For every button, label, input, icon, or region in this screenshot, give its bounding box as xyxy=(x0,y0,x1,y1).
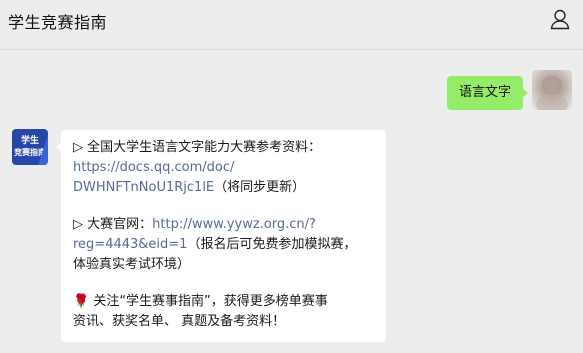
resource-prefix: ▷ 全国大学生语言文字能力大赛参考资料： xyxy=(73,140,322,155)
profile-button[interactable] xyxy=(549,8,571,30)
website-suffix-b: 体验真实考试环境） xyxy=(73,257,191,272)
website-suffix-a: （报名后可免费参加模拟赛， xyxy=(187,237,357,252)
person-icon xyxy=(550,9,570,30)
docs-link[interactable]: https://docs.qq.com/doc/DWHNFTnNoU1Rjc1l… xyxy=(73,160,234,195)
rose-icon: 🌹 xyxy=(73,294,90,309)
user-avatar[interactable] xyxy=(532,70,572,110)
chat-title: 学生竞赛指南 xyxy=(8,13,108,32)
follow-line2: 资讯、获奖名单、 真题及备考资料！ xyxy=(73,314,286,329)
outgoing-message[interactable]: 语言文字 xyxy=(446,76,529,110)
resource-paragraph: ▷ 全国大学生语言文字能力大赛参考资料： https://docs.qq.com… xyxy=(73,138,376,198)
follow-line1: 关注“学生赛事指南”，获得更多榜单赛事 xyxy=(89,294,328,309)
follow-paragraph: 🌹 关注“学生赛事指南”，获得更多榜单赛事 资讯、获奖名单、 真题及备考资料！ xyxy=(73,292,376,332)
bot-avatar[interactable]: 学生 竞赛指南 xyxy=(12,129,48,165)
website-prefix: ▷ 大赛官网： xyxy=(73,217,153,232)
incoming-message[interactable]: ▷ 全国大学生语言文字能力大赛参考资料： https://docs.qq.com… xyxy=(56,130,386,342)
website-paragraph: ▷ 大赛官网：http://www.yywz.org.cn/? reg=4443&… xyxy=(73,215,376,275)
bot-avatar-line1: 学生 xyxy=(20,136,39,146)
chat-area[interactable]: 语言文字 学生 竞赛指南 ▷ 全国大学生语言文字能力大赛参考资料： https:… xyxy=(0,50,583,353)
resource-suffix: （将同步更新） xyxy=(214,180,306,195)
top-bar: 学生竞赛指南 xyxy=(0,0,583,50)
